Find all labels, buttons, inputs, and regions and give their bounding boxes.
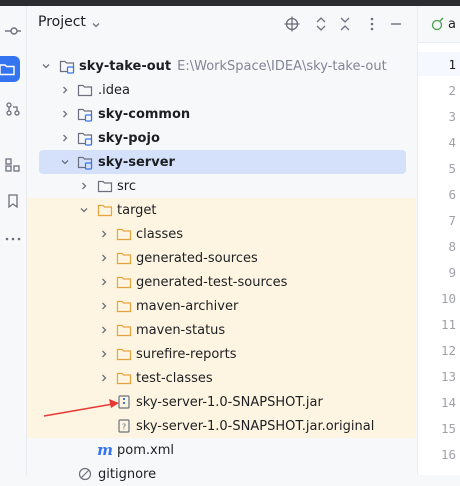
bookmarks-icon[interactable] <box>0 188 26 214</box>
pull-requests-icon[interactable] <box>0 96 26 122</box>
line-number: 5 <box>448 161 456 176</box>
line-number: 8 <box>448 239 456 254</box>
editor-tab-label: a <box>448 16 456 32</box>
line-number: 3 <box>448 109 456 124</box>
line-number: 6 <box>448 187 456 202</box>
editor-tab[interactable]: a <box>418 6 460 43</box>
activity-bar <box>0 6 27 475</box>
line-number: 12 <box>440 343 456 358</box>
project-folder-icon[interactable] <box>0 56 20 82</box>
commit-icon[interactable] <box>0 18 26 44</box>
line-number: 16 <box>440 447 456 462</box>
structure-icon[interactable] <box>0 152 26 178</box>
line-number: 14 <box>440 395 456 410</box>
annotation-arrow <box>43 399 119 417</box>
line-number: 4 <box>448 135 456 150</box>
line-number: 7 <box>448 213 456 228</box>
line-number: 11 <box>440 317 456 332</box>
editor-area: a 1 2 3 4 5 6 7 8 9 10 11 12 13 14 15 16 <box>417 6 460 475</box>
line-number: 2 <box>448 83 456 98</box>
line-number: 9 <box>448 265 456 280</box>
groovy-file-icon <box>430 16 446 32</box>
project-panel: Project sky-take-out E:\WorkSpace\IDEA\sk… <box>27 6 416 482</box>
line-number: 13 <box>440 369 456 384</box>
line-number: 1 <box>448 57 456 72</box>
more-tools-icon[interactable] <box>0 226 26 252</box>
line-number: 15 <box>440 421 456 436</box>
line-number: 10 <box>440 291 456 306</box>
